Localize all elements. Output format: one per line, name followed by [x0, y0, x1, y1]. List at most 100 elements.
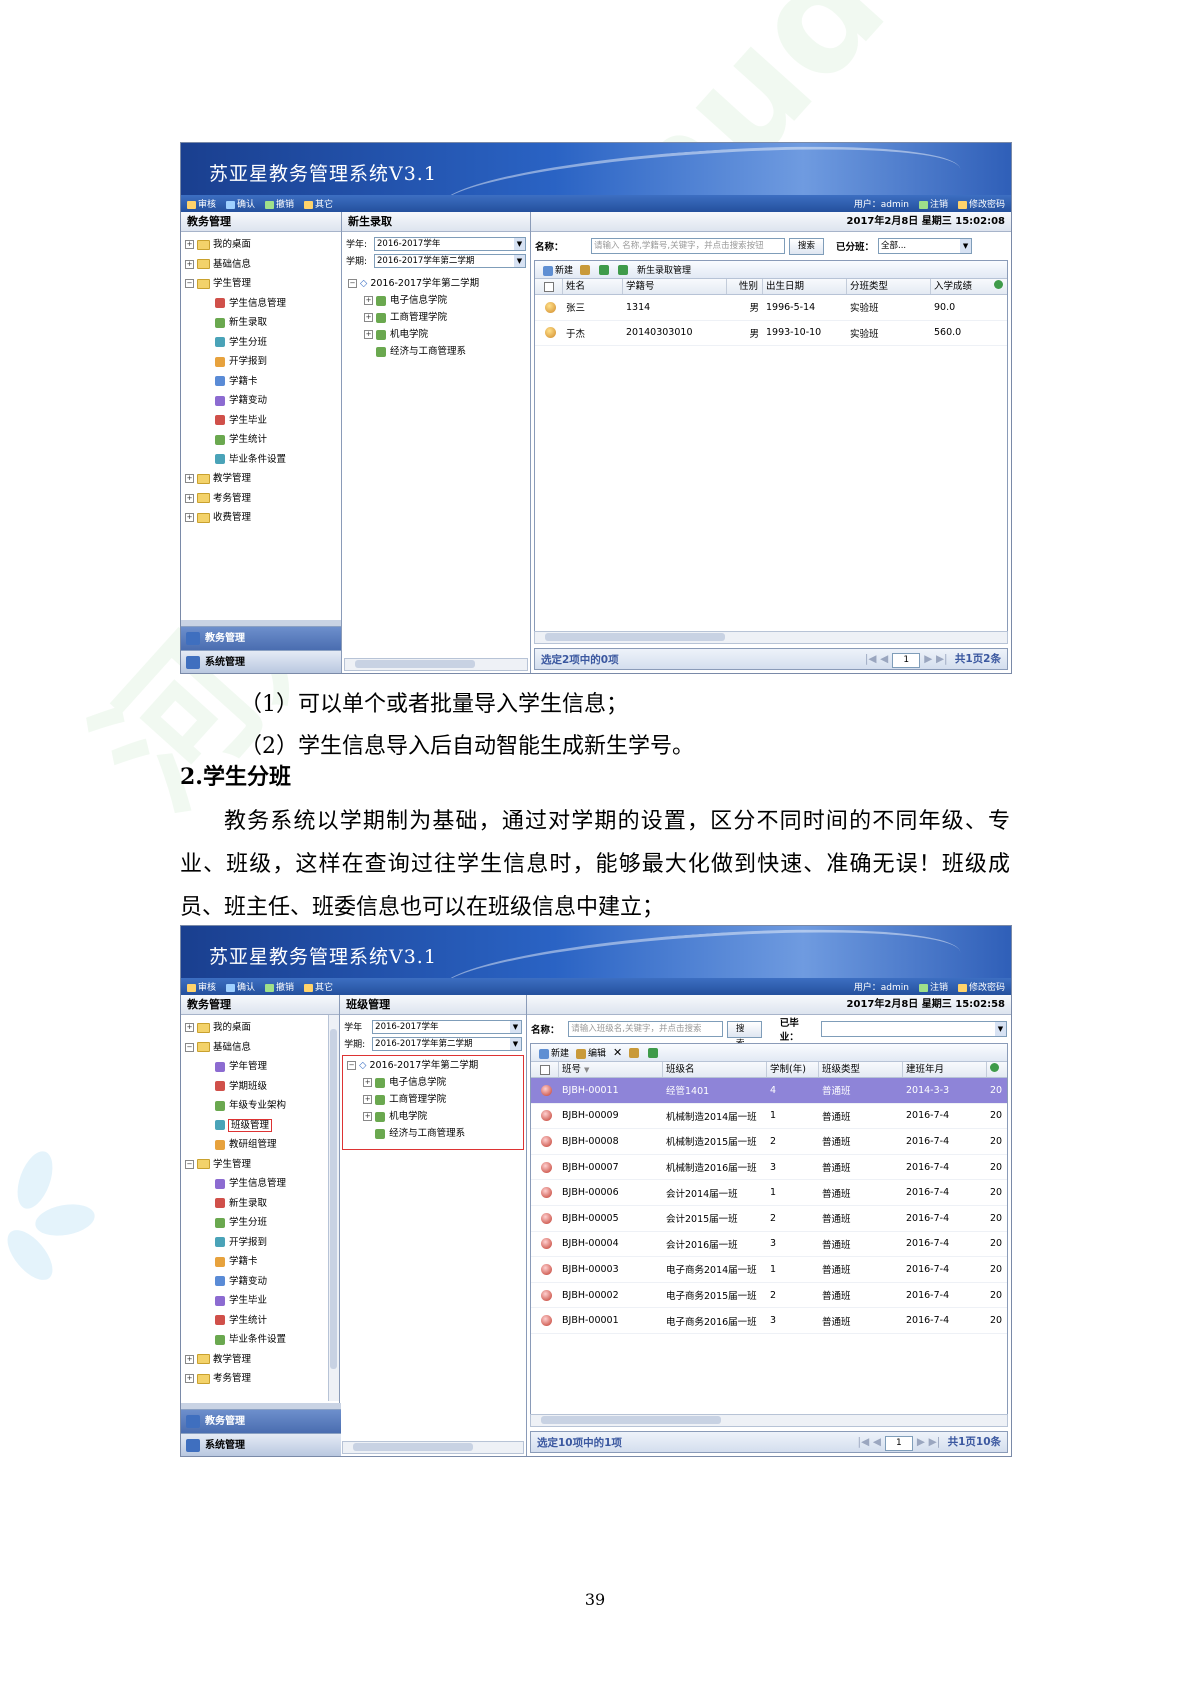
- col-name[interactable]: 姓名: [563, 279, 623, 294]
- tree-node[interactable]: 学年管理: [185, 1057, 339, 1077]
- prev-page-icon[interactable]: ◀: [873, 1436, 881, 1448]
- refresh-icon[interactable]: [990, 1063, 999, 1072]
- class-filter-select[interactable]: 全部...: [878, 238, 973, 254]
- expand-icon[interactable]: +: [364, 330, 373, 339]
- print-icon[interactable]: [629, 1047, 640, 1058]
- col-student-id[interactable]: 学籍号: [623, 279, 727, 294]
- expand-icon[interactable]: −: [185, 1159, 194, 1169]
- print-icon[interactable]: [580, 264, 591, 275]
- tree-node[interactable]: 开学报到: [185, 352, 341, 372]
- expand-icon[interactable]: +: [363, 1112, 373, 1121]
- expand-icon[interactable]: +: [185, 1354, 194, 1364]
- college-node[interactable]: 经济与工商管理系: [347, 1125, 523, 1142]
- expand-icon[interactable]: +: [185, 513, 194, 522]
- tree-node[interactable]: 学籍变动: [185, 1272, 339, 1292]
- expand-icon[interactable]: −: [185, 1042, 194, 1052]
- tree-node[interactable]: 班级管理: [185, 1116, 339, 1136]
- tree-node[interactable]: − 基础信息: [185, 1038, 339, 1058]
- table-row[interactable]: BJBH-00001 电子商务2016届一班 3 普通班 2016-7-4 20: [531, 1308, 1007, 1334]
- college-node[interactable]: 经济与工商管理系: [348, 343, 530, 360]
- tree-node[interactable]: + 考务管理: [185, 1369, 339, 1389]
- tree-node[interactable]: + 我的桌面: [185, 1018, 339, 1038]
- tree-node[interactable]: + 收费管理: [185, 508, 341, 528]
- col-founded[interactable]: 建班年月: [903, 1062, 987, 1077]
- tree-node[interactable]: 学籍变动: [185, 391, 341, 411]
- table-row[interactable]: 张三 1314 男 1996-5-14 实验班 90.0: [535, 295, 1007, 321]
- college-node[interactable]: + 工商管理学院: [348, 309, 530, 326]
- admission-manage-button[interactable]: 新生录取管理: [637, 263, 691, 276]
- refresh-icon[interactable]: [994, 280, 1003, 289]
- table-row[interactable]: BJBH-00007 机械制造2016届一班 3 普通班 2016-7-4 20: [531, 1155, 1007, 1181]
- new-button[interactable]: 新建: [539, 1046, 569, 1059]
- excel-icon[interactable]: [648, 1047, 659, 1058]
- term-select[interactable]: 2016-2017学年第二学期: [374, 253, 526, 268]
- tree-node[interactable]: 学生统计: [185, 430, 341, 450]
- nav-vertical-scrollbar[interactable]: [328, 1015, 340, 1401]
- page-input[interactable]: 1: [892, 652, 921, 668]
- tree-node[interactable]: 新生录取: [185, 313, 341, 333]
- tree-node[interactable]: + 教学管理: [185, 1350, 339, 1370]
- tree-node[interactable]: 新生录取: [185, 1194, 339, 1214]
- table-row[interactable]: BJBH-00011 经管1401 4 普通班 2014-3-3 20: [531, 1078, 1007, 1104]
- search-button[interactable]: 搜索: [727, 1020, 762, 1049]
- revoke-button[interactable]: 撤销: [265, 197, 294, 210]
- expand-icon[interactable]: +: [185, 474, 194, 483]
- tree-node[interactable]: + 我的桌面: [185, 235, 341, 255]
- tab-jiaowu[interactable]: 教务管理: [181, 626, 341, 650]
- tree-node[interactable]: 学籍卡: [185, 372, 341, 392]
- search-input[interactable]: 请输入 名称,学籍号,关键字，并点击搜索按钮: [591, 238, 785, 254]
- tree-node[interactable]: 毕业条件设置: [185, 450, 341, 470]
- tab-system[interactable]: 系统管理: [181, 1433, 341, 1456]
- prev-page-icon[interactable]: ◀: [880, 653, 888, 665]
- col-class-name[interactable]: 班级名: [663, 1062, 767, 1077]
- col-class-type[interactable]: 班级类型: [819, 1062, 903, 1077]
- table-row[interactable]: BJBH-00008 机械制造2015届一班 2 普通班 2016-7-4 20: [531, 1129, 1007, 1155]
- tree-node[interactable]: 毕业条件设置: [185, 1330, 339, 1350]
- tree-node[interactable]: 学生毕业: [185, 411, 341, 431]
- other-button[interactable]: 其它: [304, 980, 333, 993]
- expand-icon[interactable]: +: [185, 493, 194, 503]
- next-page-icon[interactable]: ▶: [924, 653, 932, 665]
- tree-node[interactable]: 学生统计: [185, 1311, 339, 1331]
- collapse-icon[interactable]: −: [347, 1061, 357, 1070]
- tree-node[interactable]: 学生毕业: [185, 1291, 339, 1311]
- expand-icon[interactable]: +: [185, 1374, 194, 1383]
- tab-system[interactable]: 系统管理: [181, 650, 341, 673]
- year-select[interactable]: 2016-2017学年: [374, 236, 526, 251]
- last-page-icon[interactable]: ▶|: [929, 1436, 941, 1448]
- revoke-button[interactable]: 撤销: [265, 980, 294, 993]
- term-select[interactable]: 2016-2017学年第二学期: [372, 1036, 522, 1051]
- graduated-filter-select[interactable]: [820, 1021, 1007, 1037]
- excel-icon[interactable]: [599, 264, 610, 275]
- other-button[interactable]: 其它: [304, 197, 333, 210]
- tree-node[interactable]: − 学生管理: [185, 1155, 339, 1175]
- table-row[interactable]: 于杰 20140303010 男 1993-10-10 实验班 560.0: [535, 321, 1007, 347]
- tree-node[interactable]: − 学生管理: [185, 274, 341, 294]
- confirm-button[interactable]: 确认: [226, 197, 255, 210]
- delete-icon[interactable]: ✕: [613, 1046, 622, 1059]
- table-row[interactable]: BJBH-00002 电子商务2015届一班 2 普通班 2016-7-4 20: [531, 1283, 1007, 1309]
- first-page-icon[interactable]: |◀: [858, 1436, 870, 1448]
- tree-node[interactable]: 学生分班: [185, 333, 341, 353]
- tree-node[interactable]: + 考务管理: [185, 489, 341, 509]
- tree-node[interactable]: 年级专业架构: [185, 1096, 339, 1116]
- expand-icon[interactable]: +: [363, 1095, 373, 1104]
- tree-node[interactable]: + 基础信息: [185, 255, 341, 275]
- expand-icon[interactable]: +: [363, 1078, 373, 1087]
- table-row[interactable]: BJBH-00003 电子商务2014届一班 1 普通班 2016-7-4 20: [531, 1257, 1007, 1283]
- tree-node[interactable]: 学期班级: [185, 1077, 339, 1097]
- mid-horizontal-scrollbar[interactable]: [344, 658, 528, 671]
- search-input[interactable]: 请输入班级名,关键字，并点击搜索: [568, 1021, 724, 1037]
- tree-node[interactable]: + 教学管理: [185, 469, 341, 489]
- college-node[interactable]: + 机电学院: [347, 1108, 523, 1125]
- confirm-button[interactable]: 确认: [226, 980, 255, 993]
- col-birth[interactable]: 出生日期: [763, 279, 847, 294]
- term-node[interactable]: − ◇ 2016-2017学年第二学期: [347, 1057, 523, 1074]
- expand-icon[interactable]: +: [364, 313, 373, 322]
- tree-node[interactable]: 教研组管理: [185, 1135, 339, 1155]
- tab-jiaowu[interactable]: 教务管理: [181, 1409, 341, 1433]
- logout-button[interactable]: 注销: [918, 980, 948, 993]
- term-node[interactable]: − ◇ 2016-2017学年第二学期: [348, 275, 530, 292]
- first-page-icon[interactable]: |◀: [865, 653, 877, 665]
- college-node[interactable]: + 电子信息学院: [348, 292, 530, 309]
